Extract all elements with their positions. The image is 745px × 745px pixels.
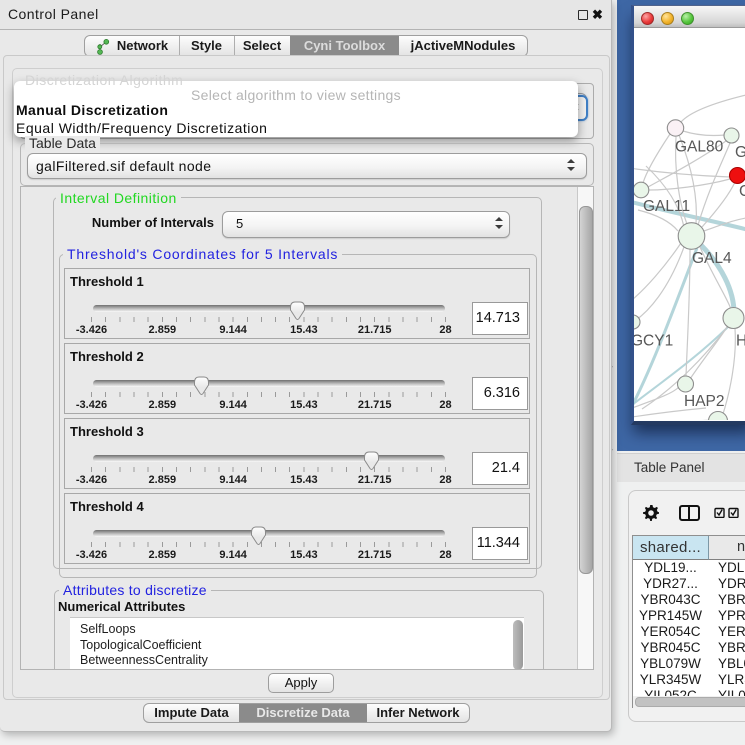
svg-text:H: H	[736, 333, 745, 350]
svg-text:GAL4: GAL4	[692, 250, 732, 267]
svg-text:HAP2: HAP2	[684, 393, 725, 410]
svg-text:GA: GA	[735, 144, 745, 161]
svg-text:GCY1: GCY1	[634, 333, 673, 350]
svg-text:C: C	[739, 183, 745, 200]
svg-text:GAL80: GAL80	[675, 139, 724, 156]
svg-text:GAL11: GAL11	[643, 198, 690, 215]
